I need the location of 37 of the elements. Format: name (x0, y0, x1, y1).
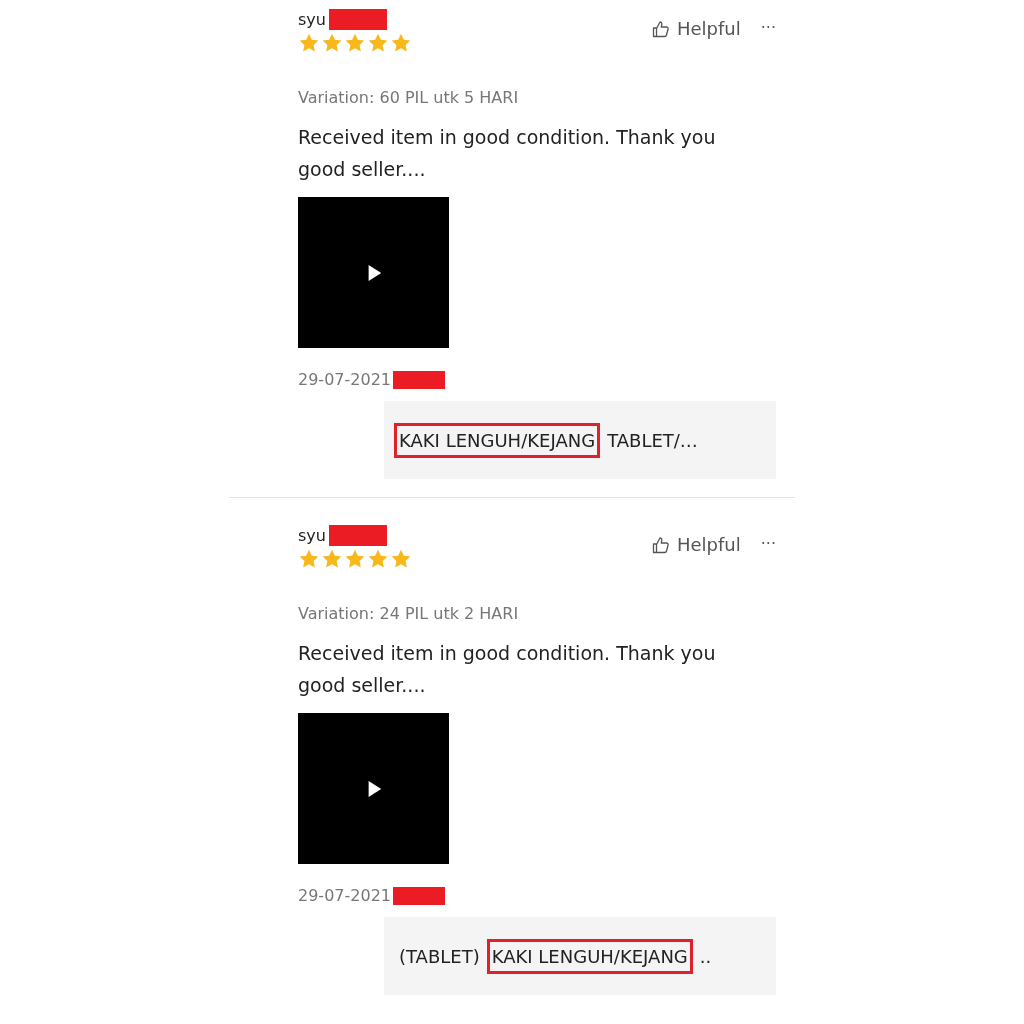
product-name: TABLET/… (606, 428, 699, 453)
more-button[interactable]: ··· (760, 18, 776, 37)
product-name: .. (698, 944, 713, 969)
product-name: KAKI LENGUH/KEJANG (394, 422, 601, 458)
redaction-bar (393, 370, 445, 389)
thumbs-up-icon (650, 18, 671, 39)
product-name: KAKI LENGUH/KEJANG (486, 938, 693, 974)
more-button[interactable]: ··· (760, 534, 776, 553)
video-thumbnail[interactable] (298, 713, 449, 864)
review-text: Received item in good condition. Thank you good seller.... (298, 641, 717, 698)
redaction-bar (393, 886, 445, 905)
variation-label: Variation: 24 PIL utk 2 HARI (298, 604, 520, 623)
star-icon (367, 548, 389, 570)
star-icon (390, 32, 412, 54)
username: syu (298, 9, 326, 29)
star-icon (344, 32, 366, 54)
variation-label: Variation: 60 PIL utk 5 HARI (298, 88, 520, 107)
star-icon (298, 548, 320, 570)
review-date: 29-07-2021 (298, 370, 391, 389)
redaction-bar (328, 524, 387, 546)
product-card[interactable]: (TABLET) KAKI LENGUH/KEJANG .. (384, 917, 776, 995)
video-thumbnail[interactable] (298, 197, 449, 348)
star-icon (321, 32, 343, 54)
redaction-bar (328, 8, 387, 30)
star-icon (298, 32, 320, 54)
username: syu (298, 525, 326, 545)
review-text: Received item in good condition. Thank you good seller.... (298, 125, 717, 182)
product-card[interactable]: KAKI LENGUH/KEJANG TABLET/… (384, 401, 776, 479)
star-icon (390, 548, 412, 570)
helpful-button[interactable]: Helpful (650, 18, 741, 39)
star-icon (321, 548, 343, 570)
star-icon (344, 548, 366, 570)
thumbs-up-icon (650, 534, 671, 555)
helpful-button[interactable]: Helpful (650, 534, 741, 555)
product-name: (TABLET) (398, 944, 481, 969)
star-icon (367, 32, 389, 54)
review-date: 29-07-2021 (298, 886, 391, 905)
